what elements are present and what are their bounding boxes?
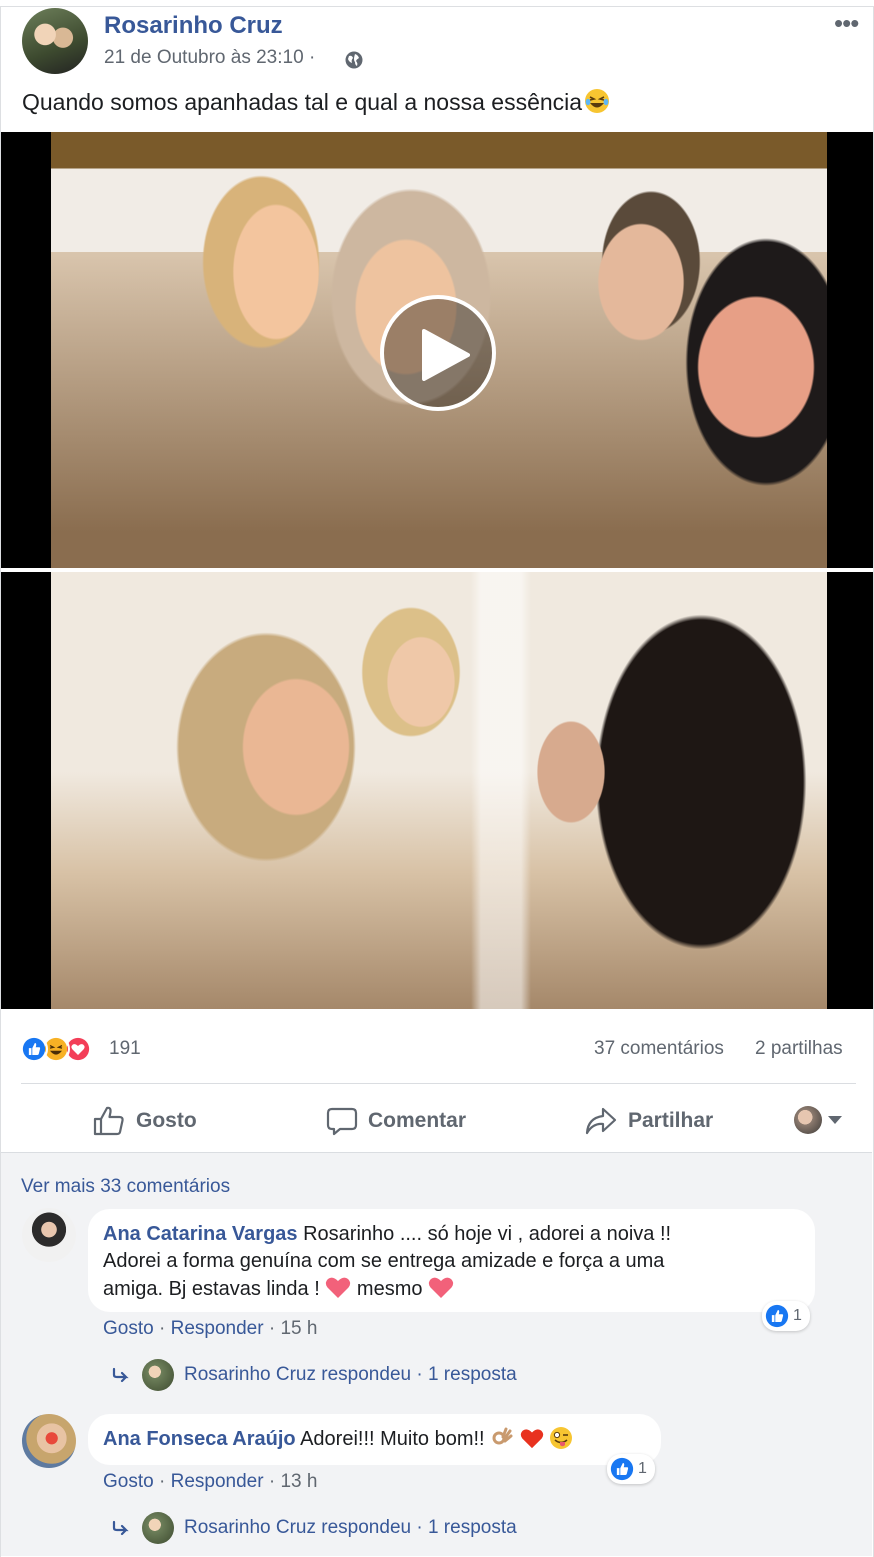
comment-reply-link[interactable]: Responder: [171, 1471, 264, 1492]
comment-like-badge[interactable]: 1: [607, 1454, 655, 1484]
actions-divider: [1, 1152, 872, 1153]
heart-emoji-icon: [326, 1277, 351, 1298]
chevron-down-icon[interactable]: [828, 1116, 842, 1124]
comment-button-label: Comentar: [368, 1109, 467, 1132]
commenter-name[interactable]: Ana Fonseca Araújo: [103, 1428, 296, 1450]
reply-avatar: [142, 1359, 174, 1391]
author-avatar[interactable]: [22, 8, 88, 74]
commenter-name[interactable]: Ana Catarina Vargas: [103, 1223, 298, 1245]
view-more-comments-link[interactable]: Ver mais 33 comentários: [21, 1176, 230, 1198]
viewer-avatar[interactable]: [794, 1106, 822, 1134]
video-frame-1[interactable]: [1, 132, 873, 568]
comment-age[interactable]: 15 h: [280, 1318, 317, 1339]
comment-line-1: Rosarinho .... só hoje vi , adorei a noi…: [303, 1223, 672, 1245]
like-button-label: Gosto: [136, 1109, 197, 1132]
comment-like-badge[interactable]: 1: [762, 1301, 810, 1331]
reply-summary-text: Rosarinho Cruz respondeu · 1 resposta: [184, 1364, 517, 1385]
thumbs-up-icon: [93, 1106, 124, 1136]
timestamp-text[interactable]: 21 de Outubro às 23:10: [104, 47, 304, 68]
heart-emoji-icon: [520, 1429, 543, 1449]
comment-text: Ana Catarina Vargas Rosarinho .... só ho…: [103, 1221, 803, 1303]
comment-meta: Gosto · Responder · 15 h: [103, 1318, 318, 1339]
share-button-label: Partilhar: [628, 1109, 714, 1132]
post-text: Quando somos apanhadas tal e qual a noss…: [22, 88, 610, 116]
reaction-count[interactable]: 191: [109, 1038, 141, 1060]
reply-summary[interactable]: Rosarinho Cruz respondeu · 1 resposta: [112, 1512, 517, 1544]
comment-line-1: Adorei!!! Muito bom!!: [300, 1428, 485, 1450]
share-button[interactable]: Partilhar: [584, 1103, 713, 1139]
share-icon: [585, 1107, 617, 1135]
reply-arrow-icon: [112, 1520, 129, 1536]
stats-divider: [21, 1083, 856, 1084]
comment-like-link[interactable]: Gosto: [103, 1471, 154, 1492]
share-count[interactable]: 2 partilhas: [755, 1038, 843, 1060]
author-name[interactable]: Rosarinho Cruz: [104, 12, 283, 40]
ok-hand-emoji-icon: [492, 1427, 513, 1445]
comment-age[interactable]: 13 h: [280, 1471, 317, 1492]
reply-arrow-icon: [112, 1367, 129, 1383]
play-button[interactable]: [380, 295, 496, 411]
comment-bubble: Ana Catarina Vargas Rosarinho .... só ho…: [88, 1209, 815, 1312]
comment-reply-link[interactable]: Responder: [171, 1318, 264, 1339]
like-reaction-icon: [610, 1457, 634, 1481]
comment-like-link[interactable]: Gosto: [103, 1318, 154, 1339]
play-icon: [422, 329, 470, 381]
like-reaction-icon: [20, 1035, 48, 1063]
comment-line-3: amiga. Bj estavas linda !: [103, 1278, 320, 1300]
comment-icon: [326, 1107, 358, 1136]
winking-tongue-emoji-icon: [550, 1427, 573, 1449]
comment-like-count: 1: [793, 1307, 802, 1324]
more-options-icon[interactable]: •••: [834, 8, 859, 39]
globe-icon: [345, 51, 363, 69]
comment-line-4: mesmo: [356, 1278, 423, 1300]
comment-count[interactable]: 37 comentários: [594, 1038, 724, 1060]
post-timestamp[interactable]: 21 de Outubro às 23:10 ·: [104, 47, 315, 69]
commenter-avatar[interactable]: [22, 1208, 76, 1262]
heart-emoji-icon: [428, 1277, 454, 1298]
comment-text: Ana Fonseca Araújo Adorei!!! Muito bom!!: [103, 1426, 649, 1453]
comment-like-count: 1: [638, 1460, 647, 1477]
post-text-content: Quando somos apanhadas tal e qual a noss…: [22, 89, 583, 115]
like-button[interactable]: Gosto: [92, 1103, 197, 1139]
comment-meta: Gosto · Responder · 13 h: [103, 1471, 318, 1492]
reply-avatar: [142, 1512, 174, 1544]
comment-line-2: Adorei a forma genuína com se entrega am…: [103, 1250, 665, 1272]
video-image-2: [51, 572, 827, 1009]
comment-button[interactable]: Comentar: [326, 1103, 466, 1139]
laughing-emoji-icon: [585, 89, 610, 113]
comment-bubble: Ana Fonseca Araújo Adorei!!! Muito bom!!: [88, 1414, 661, 1465]
commenter-avatar[interactable]: [22, 1414, 76, 1468]
video-frame-2[interactable]: [1, 572, 873, 1009]
reply-summary[interactable]: Rosarinho Cruz respondeu · 1 resposta: [112, 1359, 517, 1391]
reply-summary-text: Rosarinho Cruz respondeu · 1 resposta: [184, 1517, 517, 1538]
like-reaction-icon: [765, 1304, 789, 1328]
timestamp-separator: ·: [308, 47, 316, 68]
